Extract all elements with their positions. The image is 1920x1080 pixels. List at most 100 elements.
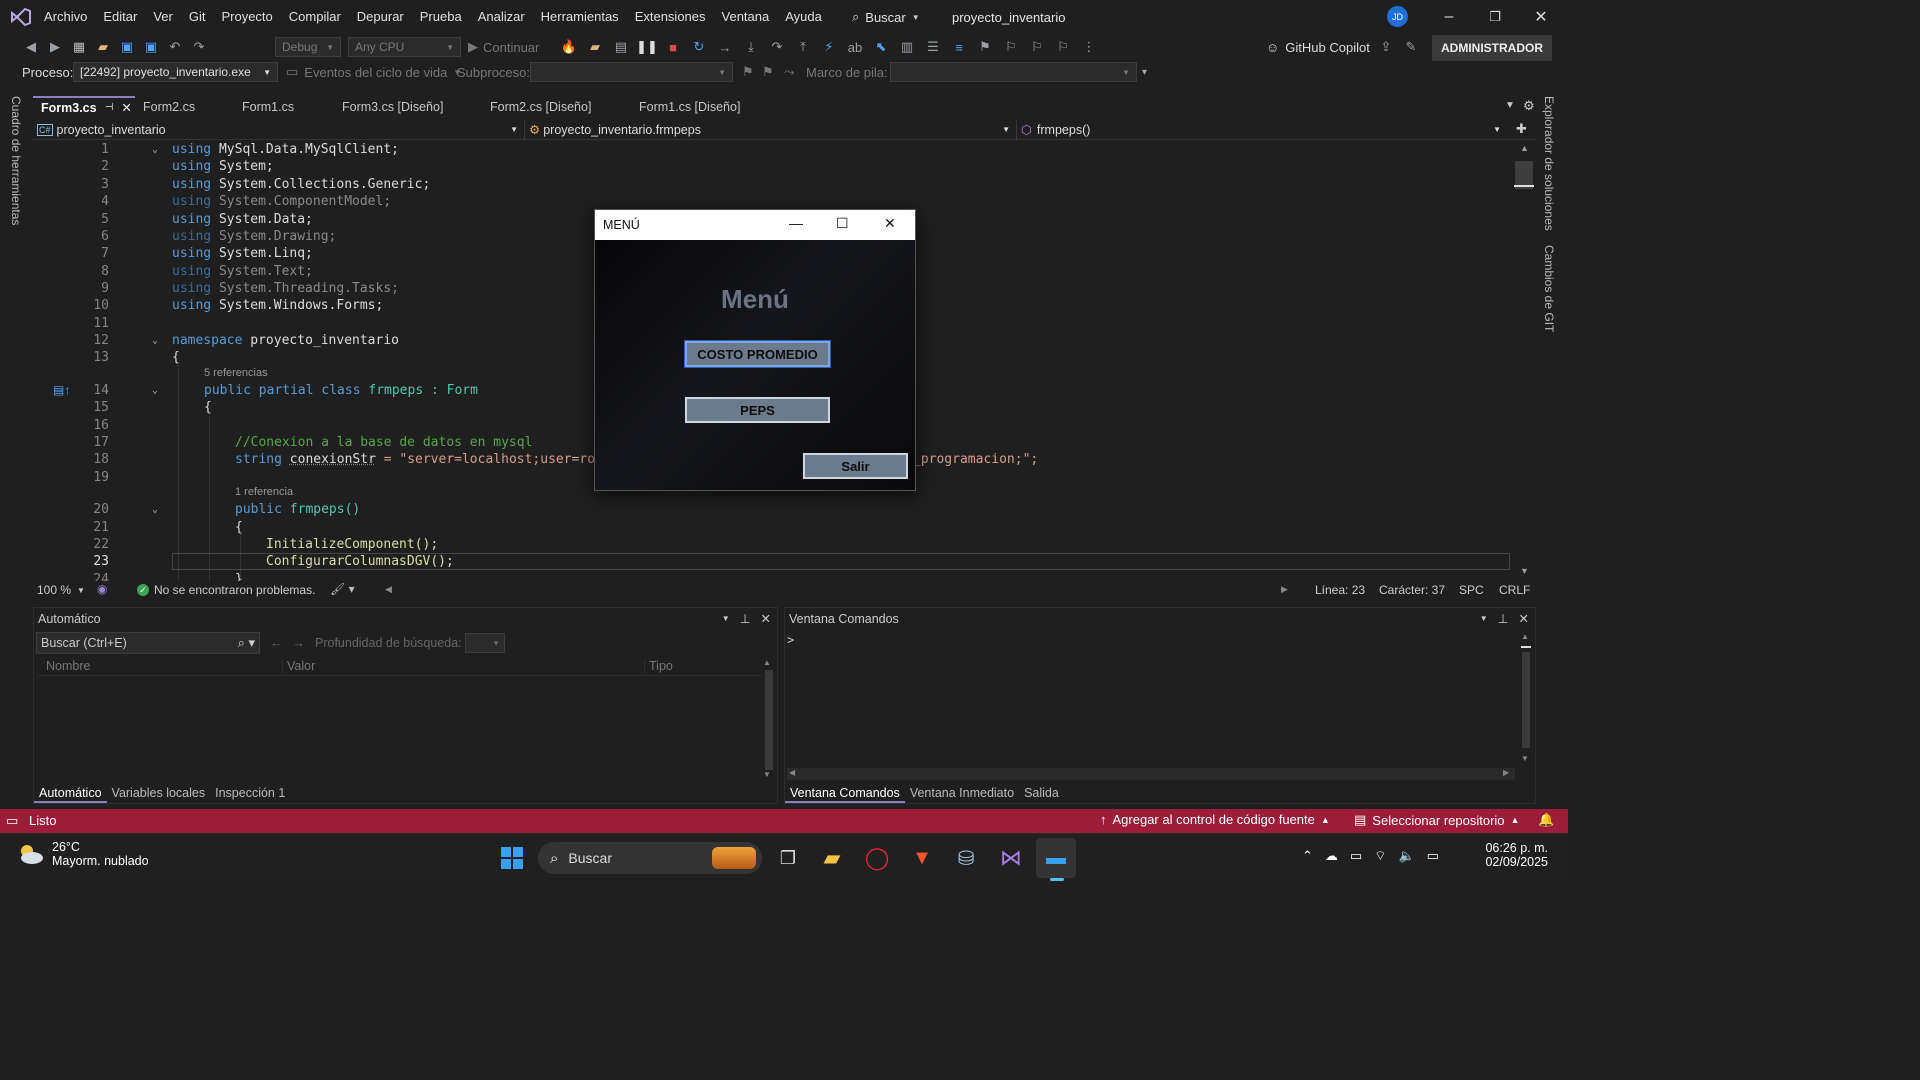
column-header-type[interactable]: Tipo: [644, 658, 762, 673]
command-scrollbar[interactable]: ▲ ▼: [1519, 632, 1533, 768]
dialog-maximize-icon[interactable]: ☐: [836, 215, 849, 232]
new-item-icon[interactable]: ▦: [68, 36, 90, 58]
chevron-up-icon[interactable]: ⌃: [1302, 848, 1313, 864]
show-next-statement-icon[interactable]: →: [714, 36, 736, 58]
stop-icon[interactable]: ■: [662, 36, 684, 58]
solution-explorer-tab[interactable]: Explorador de soluciones: [1542, 96, 1556, 236]
class-dropdown[interactable]: ⚙ proyecto_inventario.frmpeps ▼: [525, 119, 1017, 140]
autos-search-input[interactable]: Buscar (Ctrl+E) ⌕ ▾: [36, 632, 260, 654]
diagnostic-icon[interactable]: ⚡: [818, 36, 840, 58]
back-icon[interactable]: ◀: [20, 36, 42, 58]
scroll-thumb[interactable]: [1522, 652, 1530, 748]
collapse-icon[interactable]: ⌄: [152, 382, 158, 399]
dialog-close-icon[interactable]: ✕: [884, 215, 896, 232]
opera-button[interactable]: ◯: [857, 838, 897, 878]
brave-button[interactable]: ▼: [902, 838, 942, 878]
project-dropdown[interactable]: C# proyecto_inventario ▼: [33, 119, 525, 140]
line-ending-indicator[interactable]: CRLF: [1499, 583, 1530, 597]
tab-list-icon[interactable]: ▼: [1505, 100, 1515, 111]
collapse-icon[interactable]: ⌄: [152, 141, 158, 158]
pin-icon[interactable]: ⊥: [740, 608, 751, 630]
volume-icon[interactable]: 🔈: [1398, 848, 1414, 864]
menu-analizar[interactable]: Analizar: [470, 0, 533, 34]
scroll-down-icon[interactable]: ▼: [763, 770, 771, 779]
menu-compilar[interactable]: Compilar: [281, 0, 349, 34]
menu-ayuda[interactable]: Ayuda: [777, 0, 830, 34]
feedback-icon[interactable]: ✎: [1400, 36, 1422, 58]
continue-button[interactable]: ▶ Continuar: [468, 39, 539, 55]
display-icon[interactable]: ▭: [1350, 848, 1362, 864]
git-changes-tab[interactable]: Cambios de GIT: [1542, 245, 1556, 335]
bookmark-next-icon[interactable]: ⚐: [1026, 36, 1048, 58]
scroll-up-icon[interactable]: ▲: [763, 658, 771, 667]
scroll-left-icon[interactable]: ◀: [789, 768, 795, 777]
menu-editar[interactable]: Editar: [95, 0, 145, 34]
onedrive-icon[interactable]: ☁: [1325, 848, 1338, 864]
menu-proyecto[interactable]: Proyecto: [213, 0, 280, 34]
tab-form1-cs[interactable]: Form1.cs: [234, 96, 334, 118]
scroll-right-icon[interactable]: ▶: [1281, 584, 1288, 595]
back-arrow-icon[interactable]: ←: [270, 635, 283, 650]
close-button[interactable]: ✕: [1518, 0, 1564, 34]
pin-icon[interactable]: ⊣: [105, 97, 114, 119]
column-header-name[interactable]: Nombre: [38, 659, 282, 673]
select-repository-button[interactable]: ▤ Seleccionar repositorio ▲: [1354, 812, 1519, 828]
task-view-button[interactable]: ❐: [768, 838, 808, 878]
settings-icon[interactable]: ⚙: [1523, 98, 1535, 114]
platform-select[interactable]: Any CPU ▼: [348, 37, 461, 57]
weather-widget[interactable]: 26°C Mayorm. nublado: [16, 840, 149, 868]
folder-icon[interactable]: ▰: [584, 36, 606, 58]
toolbar-overflow-icon[interactable]: ▾: [1142, 67, 1147, 78]
minimize-button[interactable]: –: [1426, 0, 1472, 34]
process-select[interactable]: [22492] proyecto_inventario.exe ▼: [73, 62, 278, 82]
step-over-icon[interactable]: ↷: [766, 36, 788, 58]
overflow-icon[interactable]: ⋮: [1078, 36, 1100, 58]
copilot-button[interactable]: ☺ GitHub Copilot: [1266, 40, 1370, 55]
comment-icon[interactable]: ≡: [948, 36, 970, 58]
stack-frame-select[interactable]: ▼: [890, 62, 1137, 82]
scroll-right-icon[interactable]: ▶: [1503, 768, 1509, 777]
tab-immediate-window[interactable]: Ventana Inmediato: [905, 783, 1019, 803]
menu-ver[interactable]: Ver: [145, 0, 181, 34]
split-icon[interactable]: ✚: [1516, 121, 1527, 137]
scroll-left-icon[interactable]: ◀: [385, 584, 392, 595]
line-indicator[interactable]: Línea: 23: [1315, 583, 1365, 597]
member-dropdown[interactable]: ⬡ frmpeps() ▼: [1017, 120, 1505, 140]
char-indicator[interactable]: Carácter: 37: [1379, 583, 1445, 597]
wifi-icon[interactable]: ⌔: [1374, 848, 1386, 864]
tab-form2-design[interactable]: Form2.cs [Diseño]: [482, 96, 631, 118]
spellcheck-icon[interactable]: ab: [844, 36, 866, 58]
tab-autos[interactable]: Automático: [34, 783, 107, 803]
battery-icon[interactable]: ▭: [1427, 848, 1439, 864]
costo-promedio-button[interactable]: COSTO PROMEDIO: [685, 341, 830, 367]
column-header-value[interactable]: Valor: [282, 658, 644, 673]
thread-select[interactable]: ▼: [530, 62, 733, 82]
toolbox-tab[interactable]: Cuadro de herramientas: [9, 96, 23, 236]
undo-icon[interactable]: ↶: [164, 36, 186, 58]
pause-icon[interactable]: ❚❚: [636, 36, 658, 58]
zoom-select[interactable]: 100 % ▼: [37, 583, 85, 597]
tab-form3-cs[interactable]: Form3.cs ⊣ ✕: [33, 96, 135, 118]
hot-reload-icon[interactable]: 🔥: [558, 36, 580, 58]
tab-form3-design[interactable]: Form3.cs [Diseño]: [334, 96, 482, 118]
scroll-up-icon[interactable]: ▲: [1520, 143, 1529, 153]
tab-locals[interactable]: Variables locales: [107, 783, 211, 803]
intellicode-icon[interactable]: ◉: [97, 582, 107, 596]
clock[interactable]: 06:26 p. m. 02/09/2025: [1482, 841, 1548, 869]
step-out-icon[interactable]: ⤒: [792, 36, 814, 58]
running-app-button[interactable]: ▬: [1036, 838, 1076, 878]
forward-icon[interactable]: ▶: [44, 36, 66, 58]
database-app-button[interactable]: ⛁: [946, 838, 986, 878]
menu-depurar[interactable]: Depurar: [349, 0, 412, 34]
start-button[interactable]: [492, 838, 532, 878]
window-icon[interactable]: ▤: [610, 36, 632, 58]
menu-prueba[interactable]: Prueba: [412, 0, 470, 34]
codelens-references[interactable]: 5 referencias: [204, 367, 268, 379]
flag-icon[interactable]: ⚑: [742, 64, 754, 80]
share-icon[interactable]: ⇪: [1375, 36, 1397, 58]
indent-icon[interactable]: ☰: [922, 36, 944, 58]
avatar[interactable]: JD: [1387, 6, 1408, 27]
code-cleanup-icon[interactable]: 🖌 ▾: [330, 582, 355, 596]
menu-herramientas[interactable]: Herramientas: [533, 0, 627, 34]
menu-archivo[interactable]: Archivo: [36, 0, 95, 34]
